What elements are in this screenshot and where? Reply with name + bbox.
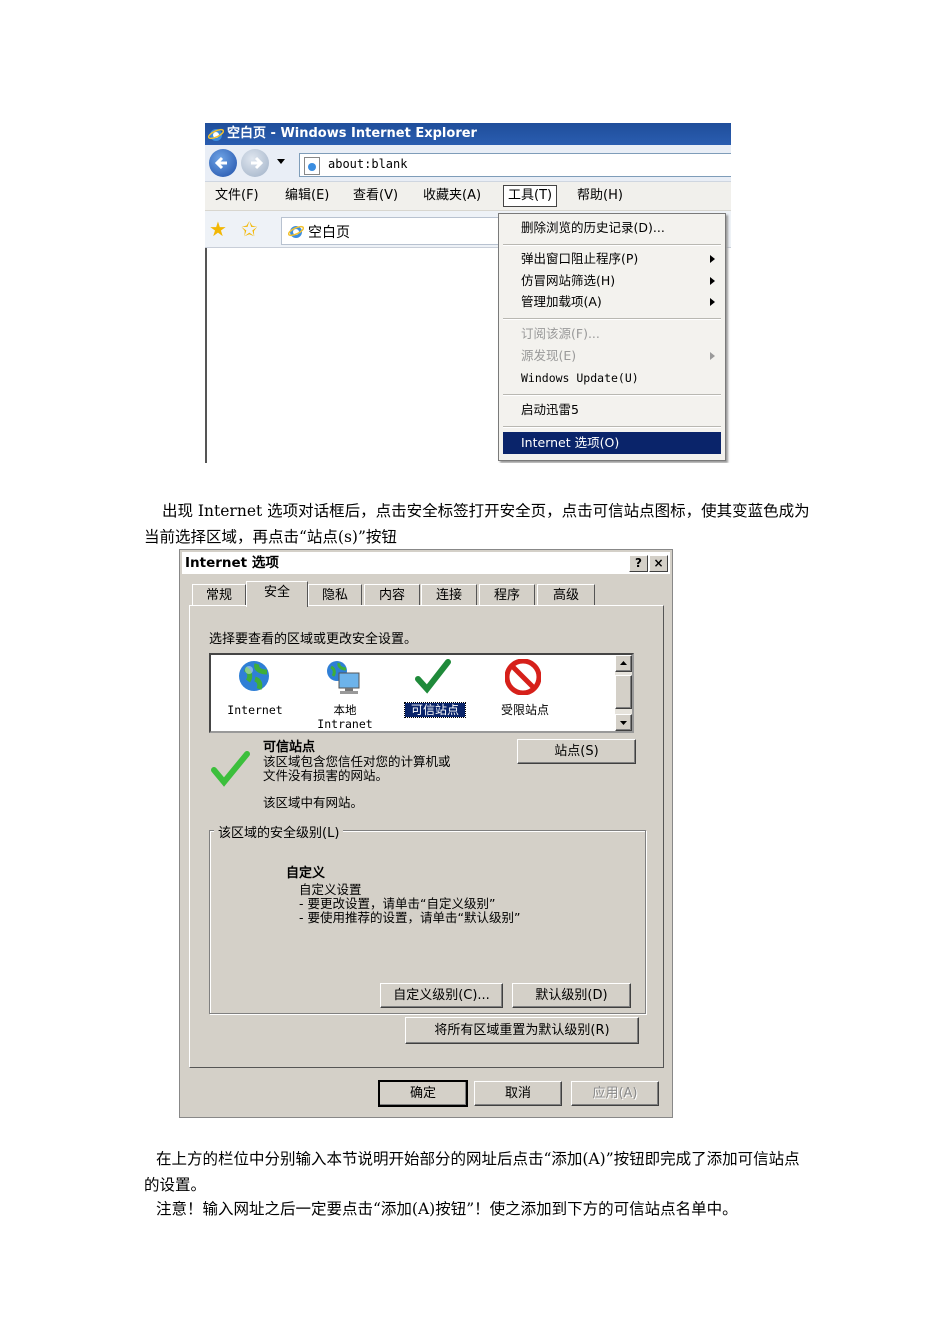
menu-item-label: 管理加载项(A) (521, 294, 602, 309)
add-favorite-icon[interactable]: ✩ (241, 219, 258, 239)
scroll-thumb[interactable] (615, 675, 632, 709)
menu-item-feed-discovery: 源发现(E) (503, 346, 721, 366)
tab-general[interactable]: 常规 (192, 584, 246, 606)
button-label: 默认级别(D) (535, 988, 608, 1003)
default-level-button[interactable]: 默认级别(D) (512, 983, 631, 1008)
zone-scrollbar[interactable] (615, 655, 632, 731)
computer-globe-icon (325, 659, 363, 697)
trusted-sites-large-icon (210, 748, 250, 788)
tab-programs[interactable]: 程序 (479, 584, 535, 606)
tab-privacy[interactable]: 隐私 (308, 584, 362, 606)
button-label: 站点(S) (554, 744, 599, 759)
menu-item-label: 弹出窗口阻止程序(P) (521, 251, 639, 266)
zone-list[interactable]: Internet 本地 Intranet 可信站点 受限站点 (209, 653, 634, 733)
zone-instruction: 选择要查看的区域或更改安全设置。 (209, 632, 418, 647)
button-label: 应用(A) (592, 1086, 638, 1101)
button-label: 自定义级别(C)... (393, 988, 490, 1003)
menu-item-internet-options[interactable]: Internet 选项(O) (503, 432, 721, 454)
ie-title-bar: 空白页 - Windows Internet Explorer (205, 123, 731, 145)
menu-item-manage-addons[interactable]: 管理加载项(A) (503, 292, 721, 312)
zone-label-selected: 可信站点 (404, 702, 466, 718)
reset-all-zones-button[interactable]: 将所有区域重置为默认级别(R) (405, 1017, 639, 1044)
back-icon[interactable] (209, 149, 237, 177)
internet-options-dialog: Internet 选项 ? × 常规 安全 隐私 内容 连接 程序 高级 选择要… (179, 549, 673, 1118)
history-dropdown-icon[interactable] (277, 159, 285, 164)
cancel-button[interactable]: 取消 (474, 1081, 562, 1106)
page-icon (304, 157, 320, 175)
instruction-paragraph-2: 在上方的栏位中分别输入本节说明开始部分的网址后点击“添加(A)”按钮即完成了添加… (144, 1150, 800, 1194)
no-entry-icon (504, 658, 542, 696)
menu-item-label: 源发现(E) (521, 348, 577, 363)
checkmark-icon (415, 659, 451, 695)
submenu-arrow-icon (710, 255, 715, 263)
menu-item-delete-history[interactable]: 删除浏览的历史记录(D)... (503, 218, 721, 238)
selected-zone-title: 可信站点 (263, 740, 316, 755)
apply-button: 应用(A) (571, 1081, 659, 1106)
security-level-group-label: 该区域的安全级别(L) (214, 822, 344, 841)
menu-separator (503, 244, 721, 246)
zone-sites-status: 该区域中有网站。 (263, 795, 364, 810)
button-label: 确定 (409, 1086, 436, 1101)
forward-icon[interactable] (241, 149, 269, 177)
menu-item-phishing-filter[interactable]: 仿冒网站筛选(H) (503, 271, 721, 291)
menu-file[interactable]: 文件(F) (211, 186, 263, 206)
selected-zone-description: 该区域包含您信任对您的计算机或 文件没有损害的网站。 (263, 754, 451, 783)
menu-item-start-thunder[interactable]: 启动迅雷5 (503, 400, 721, 420)
menu-item-label: 仿冒网站筛选(H) (521, 273, 616, 288)
tab-advanced[interactable]: 高级 (537, 584, 595, 606)
address-value: about:blank (328, 157, 408, 171)
zone-label: 受限站点 (500, 703, 549, 717)
menu-separator (503, 394, 721, 396)
instruction-paragraph-3: 注意！输入网址之后一定要点击“添加(A)按钮”！使之添加到下方的可信站点名单中。 (156, 1200, 738, 1218)
ie-menu-bar: 文件(F) 编辑(E) 查看(V) 收藏夹(A) 工具(T) 帮助(H) (205, 182, 731, 211)
security-level-name: 自定义 (286, 866, 326, 881)
tab-label: 空白页 (308, 225, 350, 241)
tab-blank-page[interactable]: 空白页 (281, 217, 503, 245)
tab-content[interactable]: 内容 (364, 584, 420, 606)
zone-label: Internet (227, 703, 283, 717)
menu-view[interactable]: 查看(V) (349, 186, 402, 206)
ok-button[interactable]: 确定 (378, 1080, 468, 1107)
menu-item-popup-blocker[interactable]: 弹出窗口阻止程序(P) (503, 249, 721, 269)
ie-tab-icon (287, 223, 305, 239)
menu-separator (503, 318, 721, 320)
dialog-title: Internet 选项 (185, 555, 279, 571)
ie-address-bar: about:blank (205, 145, 731, 182)
ie-window-title: 空白页 - Windows Internet Explorer (227, 126, 477, 141)
zone-label: 本地 Intranet (317, 703, 373, 731)
favorites-star-icon[interactable]: ★ (209, 219, 227, 239)
menu-tools[interactable]: 工具(T) (503, 185, 558, 207)
instruction-paragraph-1: 出现 Internet 选项对话框后，点击安全标签打开安全页，点击可信站点图标，… (144, 502, 810, 546)
menu-favorites[interactable]: 收藏夹(A) (419, 186, 485, 206)
scroll-down-button[interactable] (615, 714, 632, 731)
ie-logo-icon (207, 126, 225, 142)
sites-button[interactable]: 站点(S) (517, 739, 636, 764)
security-level-description: 自定义设置 - 要更改设置，请单击“自定义级别” - 要使用推荐的设置，请单击“… (299, 882, 521, 925)
menu-separator (503, 426, 721, 428)
close-icon[interactable]: × (649, 555, 668, 572)
tab-security[interactable]: 安全 (246, 581, 308, 607)
dialog-title-bar: Internet 选项 ? × (182, 552, 670, 574)
submenu-arrow-icon (710, 298, 715, 306)
menu-edit[interactable]: 编辑(E) (281, 186, 333, 206)
submenu-arrow-icon (710, 352, 715, 360)
ie-screenshot: 空白页 - Windows Internet Explorer about:bl… (205, 123, 731, 463)
address-input[interactable]: about:blank (299, 153, 731, 177)
custom-level-button[interactable]: 自定义级别(C)... (380, 983, 503, 1008)
button-label: 取消 (504, 1086, 531, 1101)
button-label: 将所有区域重置为默认级别(R) (434, 1023, 610, 1038)
globe-icon (237, 659, 271, 693)
submenu-arrow-icon (710, 277, 715, 285)
tab-connections[interactable]: 连接 (421, 584, 477, 606)
menu-help[interactable]: 帮助(H) (573, 186, 627, 206)
scroll-up-button[interactable] (615, 655, 632, 672)
menu-item-subscribe-feed: 订阅该源(F)... (521, 326, 600, 341)
tools-dropdown-menu: 删除浏览的历史记录(D)... 弹出窗口阻止程序(P) 仿冒网站筛选(H) 管理… (498, 213, 726, 461)
help-button[interactable]: ? (629, 555, 648, 572)
menu-item-windows-update[interactable]: Windows Update(U) (503, 368, 721, 388)
